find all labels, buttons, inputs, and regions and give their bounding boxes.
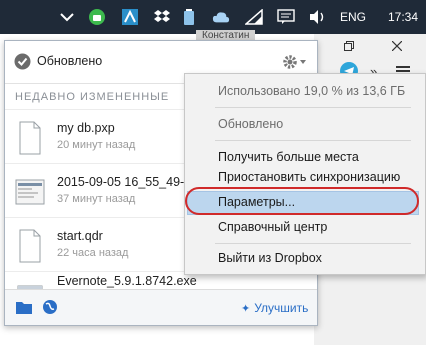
sync-status: Обновлено bbox=[37, 54, 103, 68]
recent-files-heading: НЕДАВНО ИЗМЕНЕННЫЕ bbox=[15, 91, 170, 103]
cloud-icon[interactable] bbox=[212, 8, 230, 26]
usage-info: Использовано 19,0 % из 13,6 ГБ bbox=[218, 84, 406, 98]
file-icon bbox=[14, 120, 46, 156]
file-name: start.qdr bbox=[57, 229, 103, 243]
settings-context-menu: Использовано 19,0 % из 13,6 ГБ Обновлено… bbox=[184, 73, 426, 275]
upgrade-link[interactable]: ✦ Улучшить bbox=[241, 301, 308, 315]
screenshot-thumbnail-icon bbox=[14, 174, 46, 210]
menu-divider bbox=[215, 140, 411, 141]
menu-item-quit[interactable]: Выйти из Dropbox bbox=[218, 251, 322, 265]
volume-icon[interactable] bbox=[309, 8, 327, 26]
menu-divider bbox=[215, 107, 411, 108]
file-name: my db.pxp bbox=[57, 121, 115, 135]
file-modified-time: 22 часа назад bbox=[57, 247, 129, 259]
annotation-oval bbox=[185, 187, 419, 215]
file-icon bbox=[14, 228, 46, 264]
chevron-down-icon[interactable] bbox=[58, 8, 76, 26]
file-modified-time: 20 минут назад bbox=[57, 139, 136, 151]
dropbox-tray-icon[interactable] bbox=[153, 8, 171, 26]
star-icon: ✦ bbox=[241, 302, 251, 315]
windows-taskbar: ENG 17:34 bbox=[0, 0, 426, 34]
menu-item-help-center[interactable]: Справочный центр bbox=[218, 220, 327, 234]
restore-icon[interactable] bbox=[344, 38, 354, 56]
menu-item-pause-sync[interactable]: Приостановить синхронизацию bbox=[218, 170, 400, 184]
app-tray-icon[interactable] bbox=[121, 8, 139, 26]
file-name: Evernote_5.9.1.8742.exe bbox=[57, 274, 197, 288]
battery-icon[interactable] bbox=[180, 8, 198, 26]
android-tray-icon[interactable] bbox=[88, 8, 106, 26]
language-indicator[interactable]: ENG bbox=[340, 10, 366, 24]
clock[interactable]: 17:34 bbox=[388, 10, 418, 24]
menu-item-get-more-space[interactable]: Получить больше места bbox=[218, 150, 359, 164]
panel-footer: ✦ Улучшить bbox=[5, 289, 317, 325]
globe-icon[interactable] bbox=[42, 299, 58, 320]
check-circle-icon bbox=[14, 53, 31, 75]
status-info: Обновлено bbox=[218, 117, 284, 131]
close-icon[interactable] bbox=[391, 38, 403, 56]
wifi-icon[interactable] bbox=[245, 8, 263, 26]
file-modified-time: 37 минут назад bbox=[57, 193, 136, 205]
folder-icon[interactable] bbox=[15, 300, 33, 320]
menu-divider bbox=[215, 243, 411, 244]
upgrade-label: Улучшить bbox=[254, 301, 309, 315]
action-center-icon[interactable] bbox=[277, 8, 295, 26]
